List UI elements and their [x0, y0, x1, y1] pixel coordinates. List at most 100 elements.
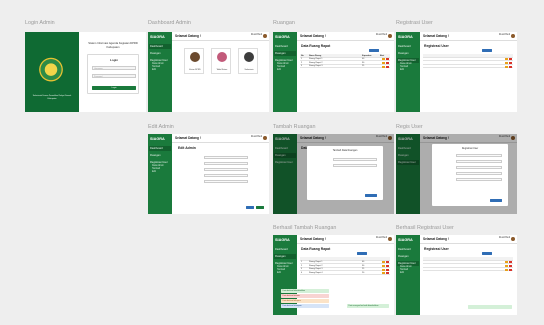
edit-button[interactable]	[382, 268, 385, 271]
form-field[interactable]	[204, 174, 248, 177]
delete-button[interactable]	[509, 58, 512, 61]
password-input[interactable]: Password	[92, 74, 136, 78]
delete-button[interactable]	[509, 268, 512, 271]
nama-ruang-input[interactable]	[333, 158, 377, 161]
sidebar-sub-edit[interactable]: Edit	[400, 272, 404, 274]
add-ruangan-button[interactable]	[357, 252, 367, 255]
edit-button[interactable]	[382, 272, 385, 275]
form-field[interactable]	[204, 180, 248, 183]
edit-button[interactable]	[505, 61, 508, 64]
sidebar-sub-tambah[interactable]: Tambah	[400, 66, 408, 68]
avatar[interactable]	[263, 33, 267, 38]
avatar[interactable]	[511, 236, 515, 241]
delete-button[interactable]	[386, 261, 389, 264]
profile-card[interactable]: Sekretaris	[238, 48, 258, 74]
edit-button[interactable]	[382, 65, 385, 68]
sidebar-sub-tambah[interactable]: Tambah	[152, 66, 160, 68]
edit-button[interactable]	[505, 268, 508, 271]
sidebar-sub-edit[interactable]: Edit	[152, 69, 156, 71]
frame-label-regis-user: Regis User	[396, 124, 423, 130]
form-field[interactable]	[456, 154, 502, 157]
edit-button[interactable]	[382, 58, 385, 61]
sidebar-item-ruangan[interactable]: Ruangan	[397, 51, 419, 56]
edit-button[interactable]	[505, 261, 508, 264]
greeting: Selamat Datang !	[423, 34, 449, 38]
form-field[interactable]	[456, 178, 502, 181]
user-name[interactable]: Rusdi Budi	[499, 237, 510, 239]
sidebar-item-ruangan[interactable]: Ruangan	[274, 254, 296, 259]
form-field[interactable]	[204, 162, 248, 165]
sidebar-sub-data-admin[interactable]: Data Admin	[152, 165, 164, 167]
person-icon	[244, 52, 254, 62]
sidebar-item-dashboard[interactable]: Dashboard	[149, 44, 171, 49]
avatar[interactable]	[511, 33, 515, 38]
form-field[interactable]	[456, 160, 502, 163]
delete-button[interactable]	[509, 261, 512, 264]
sidebar-item-dashboard[interactable]: Dashboard	[149, 146, 171, 151]
sidebar-sub-tambah[interactable]: Tambah	[277, 66, 285, 68]
edit-button[interactable]	[382, 61, 385, 64]
delete-button[interactable]	[386, 264, 389, 267]
edit-button[interactable]	[382, 261, 385, 264]
sidebar-sub-edit[interactable]: Edit	[152, 171, 156, 173]
add-user-button[interactable]	[482, 252, 492, 255]
profile-card-caption: Wakil Ketua	[216, 69, 228, 71]
delete-button[interactable]	[509, 61, 512, 64]
sidebar-item-ruangan[interactable]: Ruangan	[397, 254, 419, 259]
sidebar-sub-tambah[interactable]: Tambah	[277, 269, 285, 271]
username-input[interactable]: Username	[92, 66, 136, 70]
edit-button[interactable]	[505, 58, 508, 61]
sidebar-item-ruangan[interactable]: Ruangan	[274, 51, 296, 56]
user-name[interactable]: Rusdi Budi	[251, 34, 262, 36]
delete-button[interactable]	[386, 272, 389, 275]
sidebar-sub-edit[interactable]: Edit	[277, 272, 281, 274]
form-field[interactable]	[456, 166, 502, 169]
edit-button[interactable]	[382, 264, 385, 267]
sidebar-item-dashboard[interactable]: Dashboard	[274, 44, 296, 49]
sidebar-item-ruangan[interactable]: Ruangan	[149, 153, 171, 158]
sidebar-sub-data-admin[interactable]: Data Admin	[400, 63, 412, 65]
login-button[interactable]: Login	[92, 86, 136, 90]
user-name[interactable]: Rusdi Budi	[499, 34, 510, 36]
add-user-button[interactable]	[482, 49, 492, 52]
register-button[interactable]	[490, 199, 502, 202]
profile-card[interactable]: Ketua DPRD	[184, 48, 204, 74]
sidebar-sub-edit[interactable]: Edit	[400, 69, 404, 71]
sidebar-item-dashboard[interactable]: Dashboard	[397, 247, 419, 252]
delete-button[interactable]	[386, 268, 389, 271]
submit-button[interactable]	[365, 194, 377, 197]
edit-button[interactable]	[505, 264, 508, 267]
sidebar-item-ruangan[interactable]: Ruangan	[149, 51, 171, 56]
user-name[interactable]: Rusdi Budi	[376, 34, 387, 36]
sidebar-item-dashboard[interactable]: Dashboard	[274, 247, 296, 252]
save-button[interactable]	[246, 206, 254, 209]
user-name[interactable]: Rusdi Budi	[251, 136, 262, 138]
edit-button[interactable]	[505, 65, 508, 68]
profile-card[interactable]: Wakil Ketua	[211, 48, 231, 74]
sidebar-item-dashboard[interactable]: Dashboard	[397, 44, 419, 49]
add-ruangan-button[interactable]	[369, 49, 379, 52]
sidebar-sub-data-admin[interactable]: Data Admin	[400, 266, 412, 268]
delete-button[interactable]	[509, 264, 512, 267]
sidebar-sub-data-admin[interactable]: Data Admin	[277, 63, 289, 65]
back-button[interactable]	[256, 206, 264, 209]
sidebar-sub-tambah[interactable]: Tambah	[152, 168, 160, 170]
delete-button[interactable]	[386, 61, 389, 64]
avatar[interactable]	[388, 33, 392, 38]
delete-button[interactable]	[386, 65, 389, 68]
form-field[interactable]	[456, 172, 502, 175]
user-name[interactable]: Rusdi Budi	[376, 237, 387, 239]
kapasitas-input[interactable]	[333, 164, 377, 167]
sidebar-sub-edit[interactable]: Edit	[277, 69, 281, 71]
avatar[interactable]	[263, 135, 267, 140]
form-field[interactable]	[204, 156, 248, 159]
frame-label-berhasil-tambah: Berhasil Tambah Ruangan	[273, 225, 337, 231]
avatar[interactable]	[388, 236, 392, 241]
delete-button[interactable]	[386, 58, 389, 61]
form-field[interactable]	[204, 168, 248, 171]
sidebar-sub-data-admin[interactable]: Data Admin	[152, 63, 164, 65]
sidebar-sub-data-admin[interactable]: Data Admin	[277, 266, 289, 268]
user-table	[423, 54, 513, 69]
sidebar-sub-tambah[interactable]: Tambah	[400, 269, 408, 271]
delete-button[interactable]	[509, 65, 512, 68]
